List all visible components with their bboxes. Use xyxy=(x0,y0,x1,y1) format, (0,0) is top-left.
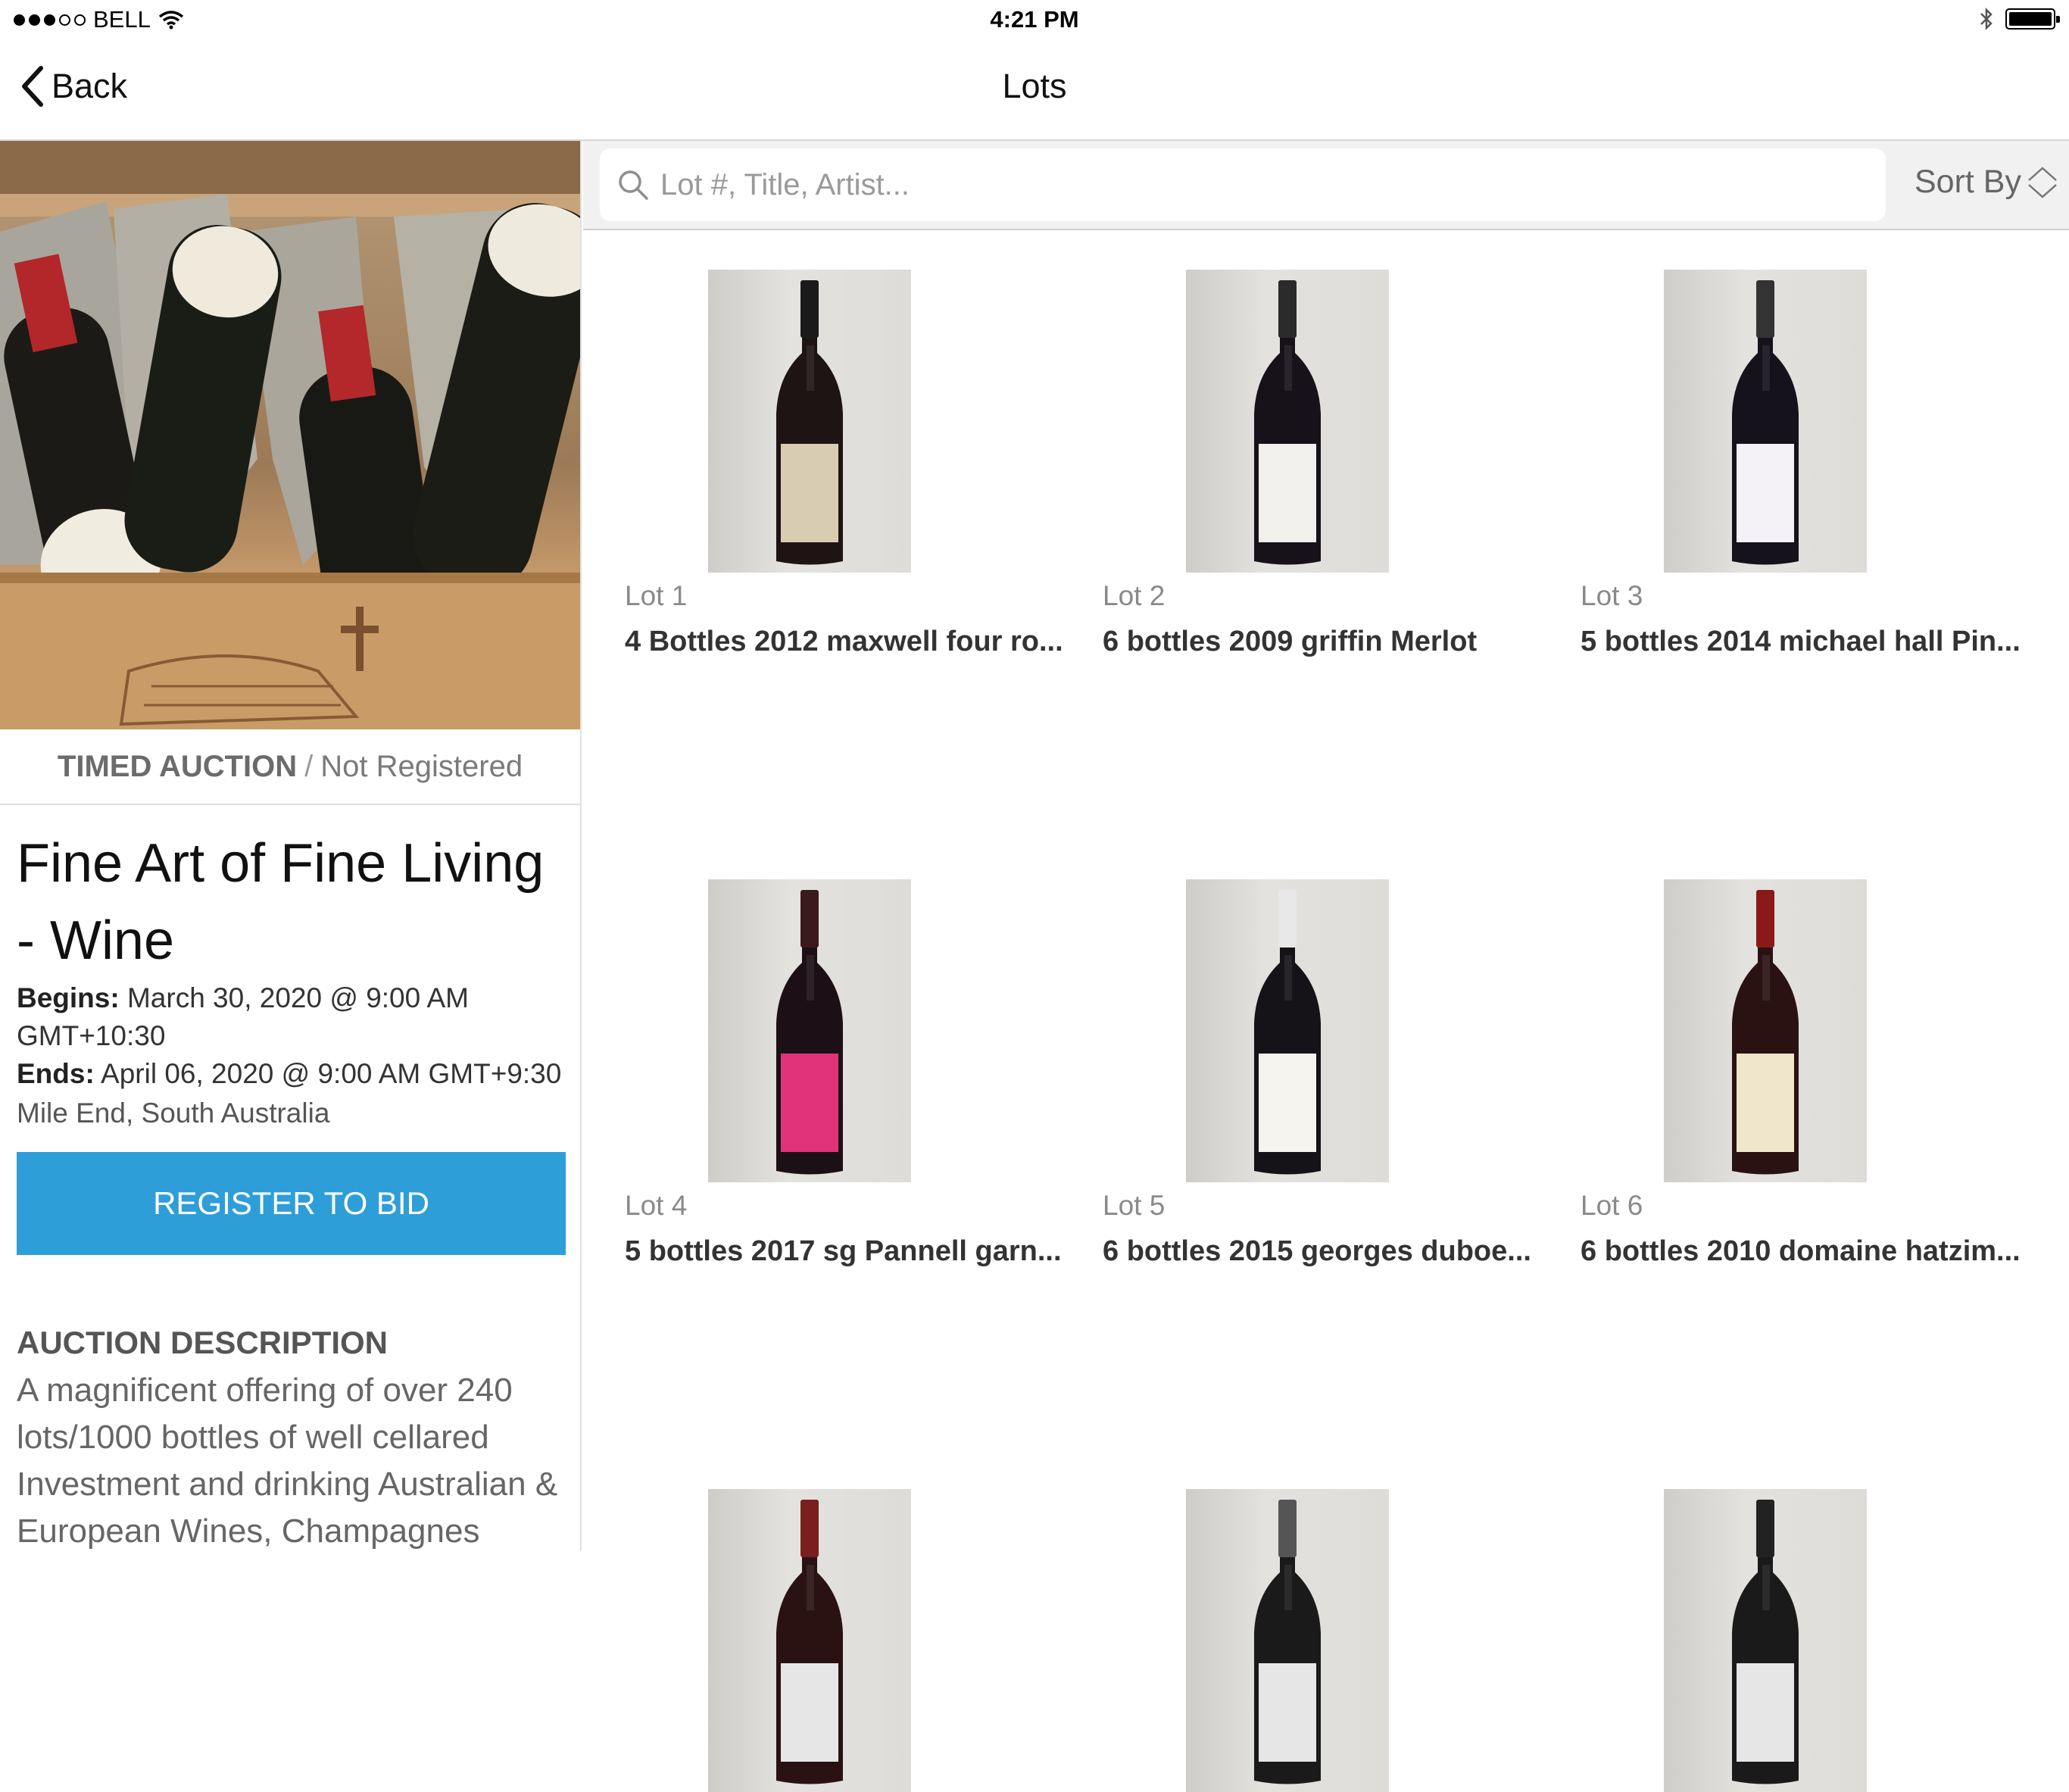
sort-chevrons-icon xyxy=(2028,166,2057,198)
lot-image xyxy=(1664,1489,1867,1792)
wine-bottle-image xyxy=(1254,890,1321,1175)
auction-hero-image xyxy=(0,141,580,729)
lot-number: Lot 6 xyxy=(1581,1190,1643,1221)
auction-type: TIMED AUCTION xyxy=(57,749,298,783)
sort-by-label: Sort By xyxy=(1915,164,2021,200)
lot-image xyxy=(1186,1489,1389,1792)
lot-image xyxy=(708,879,911,1182)
status-icons xyxy=(1980,7,2060,31)
auction-info: Fine Art of Fine Living - Wine Begins: M… xyxy=(0,805,580,1551)
wine-bottle-image xyxy=(776,280,843,565)
search-input[interactable] xyxy=(660,167,1872,202)
search-icon xyxy=(619,170,648,200)
search-box[interactable] xyxy=(600,148,1886,221)
auction-detail-panel: TIMED AUCTION / Not Registered Fine Art … xyxy=(0,141,582,1551)
search-toolbar: Sort By xyxy=(583,141,2069,230)
lot-title: 4 Bottles 2012 maxwell four ro... xyxy=(625,626,1063,657)
battery-icon xyxy=(2005,8,2060,30)
lot-image xyxy=(1186,270,1389,573)
auction-status: TIMED AUCTION / Not Registered xyxy=(0,729,580,805)
wine-bottle-image xyxy=(1732,280,1799,565)
lot-number: Lot 3 xyxy=(1581,580,1643,611)
begins-label: Begins: xyxy=(17,982,120,1013)
wine-bottle-image xyxy=(1254,280,1321,565)
sort-by-button[interactable]: Sort By xyxy=(1915,164,2059,201)
lot-title: 6 bottles 2010 domaine hatzim... xyxy=(1581,1235,2021,1267)
status-bar: BELL 4:21 PM xyxy=(0,0,2069,38)
wine-bottle-image xyxy=(1732,1500,1799,1784)
lot-image xyxy=(708,270,911,573)
status-separator: / xyxy=(304,749,314,783)
clock: 4:21 PM xyxy=(990,6,1079,33)
register-to-bid-button[interactable]: REGISTER TO BID xyxy=(17,1152,566,1255)
ends-line: Ends: April 06, 2020 @ 9:00 AM GMT+9:30 xyxy=(17,1055,563,1093)
lot-image xyxy=(708,1489,911,1792)
lot-image xyxy=(1664,879,1867,1182)
auction-location: Mile End, South Australia xyxy=(17,1097,330,1129)
lot-number: Lot 5 xyxy=(1103,1190,1166,1221)
wine-bottle-image xyxy=(776,890,843,1175)
wine-bottle-image xyxy=(776,1500,843,1784)
description-text: A magnificent offering of over 240 lots/… xyxy=(17,1372,558,1550)
description-heading: AUCTION DESCRIPTION xyxy=(17,1325,389,1360)
lot-title: 5 bottles 2017 sg Pannell garn... xyxy=(625,1235,1062,1267)
lot-image xyxy=(1186,879,1389,1182)
ends-label: Ends: xyxy=(17,1058,95,1089)
navigation-bar: Back Lots xyxy=(0,38,2069,141)
lot-title: 6 bottles 2015 georges duboe... xyxy=(1103,1235,1531,1267)
bluetooth-icon xyxy=(1980,7,1993,31)
ends-value: April 06, 2020 @ 9:00 AM GMT+9:30 xyxy=(101,1058,562,1089)
registration-status: Not Registered xyxy=(320,749,523,783)
wine-bottle-image xyxy=(1732,890,1799,1175)
auction-title: Fine Art of Fine Living - Wine xyxy=(17,833,545,971)
lot-image xyxy=(1664,270,1867,573)
lot-number: Lot 4 xyxy=(625,1190,688,1221)
begins-line: Begins: March 30, 2020 @ 9:00 AM GMT+10:… xyxy=(17,979,563,1055)
lot-title: 5 bottles 2014 michael hall Pin... xyxy=(1581,626,2021,657)
lot-number: Lot 2 xyxy=(1103,580,1166,611)
page-title: Lots xyxy=(1002,67,1067,105)
lot-title: 6 bottles 2009 griffin Merlot xyxy=(1103,626,1478,657)
lot-grid: Lot 1 4 Bottles 2012 maxwell four ro... … xyxy=(583,230,2069,1792)
lot-number: Lot 1 xyxy=(625,580,688,611)
wine-bottle-image xyxy=(1254,1500,1321,1784)
